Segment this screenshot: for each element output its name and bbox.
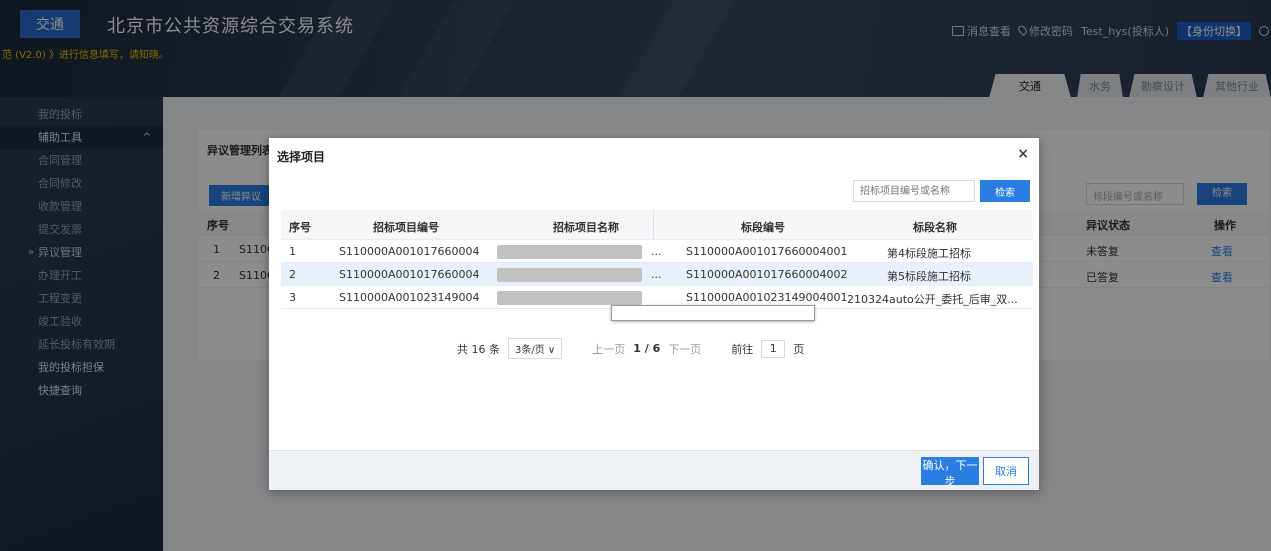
pagination: 共 16 条 3条/页 ∨ 上一页 1 / 6 下一页 前往 1 页 xyxy=(457,338,804,359)
confirm-next-button[interactable]: 确认，下一步 xyxy=(921,457,979,488)
table-header: 序号 招标项目编号 招标项目名称 标段编号 标段名称 xyxy=(281,210,1033,240)
page-unit: 页 xyxy=(793,342,805,356)
project-search-button[interactable]: 检索 xyxy=(980,180,1030,202)
table-row[interactable]: 1 S110000A001017660004 ... S110000A00101… xyxy=(281,240,1033,263)
goto-page-input[interactable]: 1 xyxy=(761,339,786,358)
prev-page-button[interactable]: 上一页 xyxy=(592,341,625,357)
select-project-modal: 选择项目 × 检索 序号 招标项目编号 招标项目名称 标段编号 标段名称 1 S… xyxy=(269,138,1039,490)
next-page-button[interactable]: 下一页 xyxy=(668,341,701,357)
cancel-button[interactable]: 取消 xyxy=(983,457,1029,485)
close-icon[interactable]: × xyxy=(1017,146,1029,162)
page-indicator: 1 / 6 xyxy=(633,342,661,355)
table-row[interactable]: 2 S110000A001017660004 ... S110000A00101… xyxy=(281,263,1033,286)
project-search-input[interactable] xyxy=(853,180,975,202)
modal-title: 选择项目 xyxy=(277,150,326,164)
project-table: 序号 招标项目编号 招标项目名称 标段编号 标段名称 1 S110000A001… xyxy=(281,210,1033,309)
page-size-select[interactable]: 3条/页 ∨ xyxy=(508,338,563,359)
hover-tooltip xyxy=(611,305,815,321)
redacted-project-name xyxy=(497,291,642,305)
modal-footer: 确认，下一步 取消 xyxy=(269,450,1039,490)
redacted-project-name xyxy=(497,268,642,282)
redacted-project-name xyxy=(497,245,642,259)
total-count: 共 16 条 xyxy=(457,342,500,356)
goto-label: 前往 xyxy=(731,342,754,356)
